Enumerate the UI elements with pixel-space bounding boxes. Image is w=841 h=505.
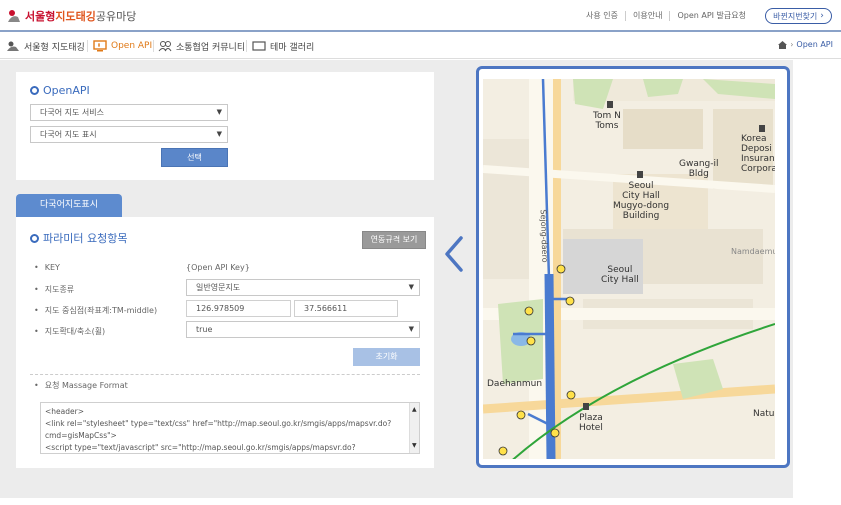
logo-text-share: 공유마당 [95, 10, 137, 23]
section-divider [30, 374, 420, 375]
nav-label-gallery: 테마 갤러리 [270, 42, 315, 53]
link-api-request[interactable]: Open API 발급요청 [669, 11, 753, 21]
tagging-icon [7, 41, 19, 51]
textarea-scrollbar[interactable]: ▲ ▼ [409, 403, 419, 453]
dropdown-arrow-icon: ▼ [408, 325, 414, 333]
code-line: cmd=gisMapCss"> [45, 431, 117, 440]
map-label-daehanmun: Daehanmun [487, 379, 543, 389]
map-label-korea-deposit: KoreaDeposiInsurancCorporatio [741, 134, 775, 174]
link-auth[interactable]: 사용 인증 [579, 11, 625, 21]
select-button[interactable]: 선택 [161, 148, 228, 167]
params-title-text: 파라미터 요청항목 [43, 232, 128, 245]
main-nav: 서울형 지도태깅 Open API 소통협업 커뮤니티 테마 갤러리 › Ope… [0, 34, 841, 59]
center-y-input[interactable]: 37.566611 [294, 300, 398, 317]
map-preview-frame: Tom NToms KoreaDeposiInsurancCorporatio … [476, 66, 790, 468]
center-x-input[interactable]: 126.978509 [186, 300, 291, 317]
dropdown-arrow-icon: ▼ [216, 108, 222, 116]
param-label-maptype: • 지도종류 [34, 285, 75, 294]
changed-address-button[interactable]: 바뀐지번찾기 › [765, 8, 832, 24]
params-title: 파라미터 요청항목 [30, 230, 127, 246]
code-line: <script type="text/javascript" src="http… [45, 443, 356, 452]
nav-item-gallery[interactable]: 테마 갤러리 [252, 34, 314, 58]
scroll-up-icon[interactable]: ▲ [412, 404, 417, 416]
zoom-select-value: true [196, 325, 213, 334]
tab-multilang-map[interactable]: 다국어지도표시 [16, 194, 122, 217]
ring-bullet-icon [30, 233, 39, 243]
request-format-textarea[interactable]: <header> <link rel="stylesheet" type="te… [40, 402, 420, 454]
function-select[interactable]: 다국어 지도 표시 ▼ [30, 126, 228, 143]
code-line: <link rel="stylesheet" type="text/css" h… [45, 419, 392, 428]
param-label-key: • KEY [34, 263, 60, 272]
spec-view-button[interactable]: 연동규격 보기 [362, 231, 426, 249]
scroll-down-icon[interactable]: ▼ [412, 440, 417, 452]
chevron-right-icon: › [820, 11, 824, 21]
nav-divider [87, 40, 88, 52]
site-logo[interactable]: 서울형 지도태깅 공유마당 [6, 7, 136, 25]
openapi-title: OpenAPI [30, 84, 90, 97]
nav-divider [153, 40, 154, 52]
parameter-panel: 파라미터 요청항목 연동규격 보기 • KEY {Open API Key} • 지… [16, 217, 434, 468]
param-label-center: • 지도 중심점(좌표계:TM-middle) [34, 306, 158, 315]
function-select-value: 다국어 지도 표시 [40, 130, 97, 139]
maptype-select-value: 일반영문지도 [196, 283, 241, 292]
nav-label-community: 소통협업 커뮤니티 [176, 42, 246, 53]
people-icon [158, 41, 172, 52]
logo-icon [8, 10, 20, 22]
gallery-icon [252, 41, 266, 51]
nav-divider [246, 40, 247, 52]
map-label-namdaemun: Namdaemun [731, 247, 775, 256]
dropdown-arrow-icon: ▼ [216, 130, 222, 138]
top-links: 사용 인증 이용안내 Open API 발급요청 [579, 11, 753, 21]
breadcrumb-current[interactable]: Open API [796, 40, 833, 49]
home-icon[interactable] [778, 40, 788, 49]
nav-item-community[interactable]: 소통협업 커뮤니티 [158, 34, 245, 58]
map-label-cityhall-mugyo: Seoul City Hall Mugyo-dong Building [613, 181, 670, 221]
logo-text-tagging: 지도태깅 [55, 10, 96, 23]
nav-label-tagging: 서울형 지도태깅 [24, 42, 85, 53]
nav-item-openapi[interactable]: Open API [93, 34, 152, 58]
changed-address-label: 바뀐지번찾기 [773, 11, 818, 21]
code-line: <header> [45, 407, 84, 416]
monitor-icon [93, 40, 107, 52]
service-select[interactable]: 다국어 지도 서비스 ▼ [30, 104, 228, 121]
openapi-title-text: OpenAPI [43, 84, 90, 97]
right-margin [793, 60, 841, 498]
map-canvas[interactable]: Tom NToms KoreaDeposiInsurancCorporatio … [483, 79, 775, 459]
param-label-zoom: • 지도확대/축소(휠) [34, 327, 106, 336]
collapse-chevron-icon[interactable] [443, 236, 467, 272]
ring-bullet-icon [30, 86, 39, 95]
link-guide[interactable]: 이용안내 [624, 11, 669, 21]
nav-item-tagging[interactable]: 서울형 지도태깅 [6, 34, 85, 58]
logo-text-city: 서울형 [25, 10, 56, 23]
dropdown-arrow-icon: ▼ [408, 283, 414, 291]
param-value-key: {Open API Key} [186, 263, 250, 272]
reset-button[interactable]: 초기화 [353, 348, 420, 366]
map-label-seoul-cityhall: Seoul City Hall [601, 265, 639, 285]
breadcrumb-separator: › [790, 40, 794, 49]
map-label-plaza-hotel: Plaza Hotel [579, 413, 603, 433]
site-header: 서울형 지도태깅 공유마당 사용 인증 이용안내 Open API 발급요청 바… [0, 0, 841, 32]
map-label-sejong-daero: Sejong-daero [538, 209, 550, 263]
openapi-panel: OpenAPI 다국어 지도 서비스 ▼ 다국어 지도 표시 ▼ 선택 [16, 72, 434, 180]
zoom-select[interactable]: true ▼ [186, 321, 420, 338]
nav-label-openapi: Open API [111, 41, 153, 51]
format-label: • 요청 Massage Format [34, 381, 128, 390]
map-label-gwangil: Gwang-il Bldg [679, 159, 719, 179]
service-select-value: 다국어 지도 서비스 [40, 108, 104, 117]
map-label-tomntoms: Tom N Toms [593, 111, 621, 131]
maptype-select[interactable]: 일반영문지도 ▼ [186, 279, 420, 296]
map-label-natu: Natu [753, 409, 775, 419]
breadcrumb: › Open API [778, 40, 833, 49]
